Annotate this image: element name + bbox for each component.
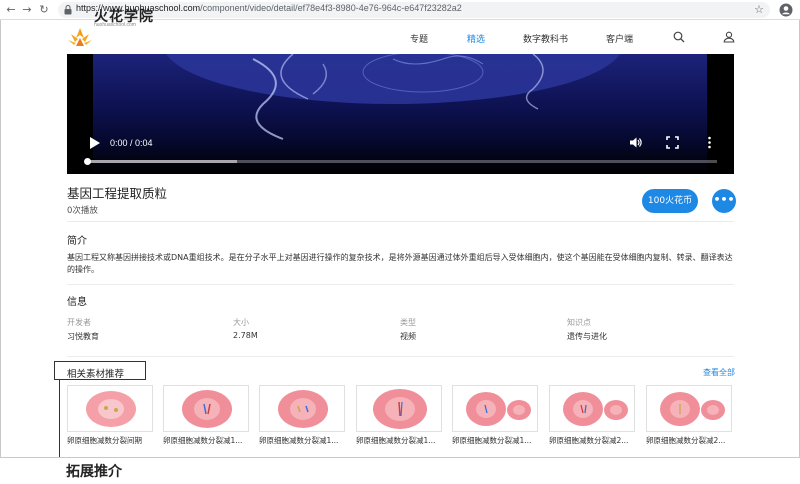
video-frame [93,54,707,174]
info-developer: 开发者 习悦教育 [67,317,227,342]
view-all-link[interactable]: 查看全部 [703,367,735,378]
back-arrow-icon[interactable]: ← [4,3,18,17]
thumbnail-image [549,385,635,432]
account-icon[interactable] [779,3,793,17]
info-heading: 信息 [67,297,87,308]
info-label: 知识点 [567,318,591,327]
related-item[interactable]: 卵原细胞减数分裂间期 [67,385,153,446]
lock-icon [64,5,72,15]
intro-text: 基因工程又称基因拼接技术或DNA重组技术。是在分子水平上对基因进行操作的复杂技术… [67,253,733,274]
divider [67,221,734,222]
thumbnail-image [646,385,732,432]
info-label: 类型 [400,318,416,327]
thumbnail-caption: 卵原细胞减数分裂减1... [452,436,532,445]
thumbnail-caption: 卵原细胞减数分裂减2... [646,436,726,445]
search-icon[interactable] [673,31,685,43]
related-thumbnails: 卵原细胞减数分裂间期 卵原细胞减数分裂减1... 卵原细胞减数分裂减1... 卵… [67,385,736,449]
info-label: 开发者 [67,318,91,327]
info-value: 习悦教育 [67,332,99,341]
flame-logo-icon[interactable] [67,26,93,48]
divider [67,356,734,357]
info-knowledge-point: 知识点 遗传与进化 [567,317,727,342]
site-logo-subtext: huohuaschool.com [94,22,136,28]
related-heading: 相关素材推荐 [67,369,125,380]
thumbnail-image [452,385,538,432]
nav-item-client[interactable]: 客户端 [606,32,633,45]
nav-item-topics[interactable]: 专题 [410,32,428,45]
thumbnail-image [259,385,345,432]
thumbnail-caption: 卵原细胞减数分裂减1... [356,436,436,445]
info-size: 大小 2.78M [233,317,393,340]
video-content-illustration [166,54,620,140]
bookmark-star-icon[interactable]: ☆ [754,3,764,16]
purchase-button[interactable]: 100火花币 [642,189,698,213]
play-count: 0次播放 [67,206,98,216]
thumbnail-caption: 卵原细胞减数分裂间期 [67,436,142,445]
thumbnail-image [67,385,153,432]
thumbnail-image [356,385,442,432]
related-item[interactable]: 卵原细胞减数分裂减1... [356,385,442,446]
related-item[interactable]: 卵原细胞减数分裂减1... [259,385,345,446]
resource-title: 基因工程提取质粒 [67,186,168,201]
video-player[interactable] [67,54,734,174]
info-value: 2.78M [233,331,258,340]
callout-label: 拓展推介 [66,464,122,480]
divider [67,284,734,285]
more-options-button[interactable]: ••• [712,189,736,213]
user-icon[interactable] [723,31,735,43]
intro-heading: 简介 [67,236,87,247]
video-buffer-bar [87,160,237,163]
related-item[interactable]: 卵原细胞减数分裂减2... [646,385,732,446]
thumbnail-caption: 卵原细胞减数分裂减1... [259,436,339,445]
progress-handle[interactable] [84,158,91,165]
fullscreen-icon[interactable] [666,136,679,149]
thumbnail-caption: 卵原细胞减数分裂减2... [549,436,629,445]
info-value: 遗传与进化 [567,332,607,341]
play-icon[interactable] [90,137,100,149]
volume-icon[interactable] [629,136,642,149]
callout-line [59,380,60,457]
more-vertical-icon[interactable] [703,136,716,149]
info-label: 大小 [233,318,249,327]
nav-item-featured[interactable]: 精选 [467,32,485,45]
info-type: 类型 视频 [400,317,560,342]
related-item[interactable]: 卵原细胞减数分裂减1... [163,385,249,446]
related-item[interactable]: 卵原细胞减数分裂减1... [452,385,538,446]
nav-item-digital-textbook[interactable]: 数字教科书 [523,32,568,45]
info-value: 视频 [400,332,416,341]
thumbnail-caption: 卵原细胞减数分裂减1... [163,436,243,445]
video-progress-bar[interactable] [84,158,717,165]
thumbnail-image [163,385,249,432]
video-time: 0:00 / 0:04 [110,138,153,148]
reload-icon[interactable]: ↻ [37,3,51,17]
forward-arrow-icon[interactable]: → [20,3,34,17]
related-item[interactable]: 卵原细胞减数分裂减2... [549,385,635,446]
address-bar[interactable]: https://www.huohuaschool.com/component/v… [58,2,770,18]
